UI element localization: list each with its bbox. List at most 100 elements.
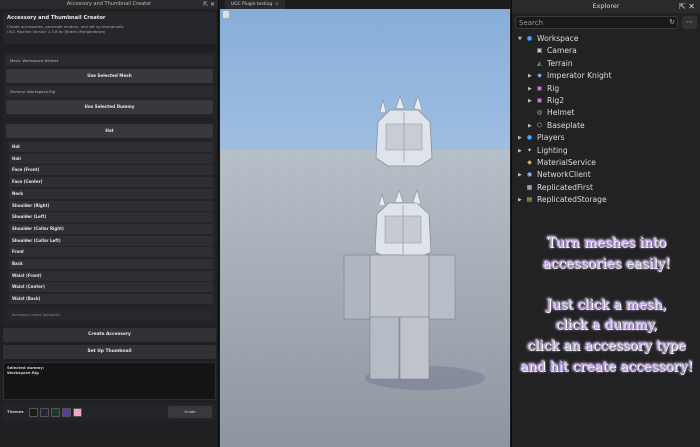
- close-icon[interactable]: ✕: [688, 2, 695, 11]
- scene: [220, 0, 510, 447]
- history-icon[interactable]: ↻: [667, 17, 677, 28]
- promo-text-line: click an accessory type: [527, 338, 686, 354]
- tree-item-networkclient[interactable]: ▶ ◉ NetworkClient: [518, 169, 591, 181]
- tree-item-replicatedstorage[interactable]: ▶ ▤ ReplicatedStorage: [518, 194, 607, 206]
- more-options-icon[interactable]: ⋯: [682, 16, 697, 29]
- tree-item-camera[interactable]: ▣ Camera: [528, 45, 577, 57]
- tree-item-rig[interactable]: ▶ ◼ Rig: [528, 83, 559, 95]
- expand-arrow-icon[interactable]: ▼: [518, 33, 525, 45]
- document-icon[interactable]: [223, 11, 229, 18]
- tree-item-lighting[interactable]: ▶ ✦ Lighting: [518, 145, 568, 157]
- accessory-type-item[interactable]: Hat: [9, 142, 213, 152]
- players-icon: ●: [526, 134, 533, 142]
- tree-item-players[interactable]: ▶ ● Players: [518, 132, 565, 144]
- tree-item-label: MaterialService: [537, 158, 596, 167]
- accessory-type-item[interactable]: Face (Center): [9, 177, 213, 188]
- camera-icon: ▣: [536, 47, 543, 55]
- theme-swatch[interactable]: [62, 408, 71, 417]
- themes-label: Themes: [7, 409, 24, 414]
- popout-icon[interactable]: ⇱: [203, 1, 208, 8]
- tree-item-imperator-knight[interactable]: ▶ ◆ Imperator Knight: [528, 70, 612, 82]
- accessory-type-item[interactable]: Back: [9, 259, 213, 269]
- theme-swatch[interactable]: [51, 408, 60, 417]
- part-icon: ⬡: [536, 121, 543, 129]
- accessory-type-item[interactable]: Neck: [9, 188, 213, 199]
- expand-arrow-icon[interactable]: ▶: [528, 120, 535, 132]
- status-value: Workspace.Rig: [7, 369, 39, 375]
- plugin-panel: Accessory and Thumbnail Creator ⇱ ✕ Acce…: [0, 0, 219, 447]
- promo-text-line: Just click a mesh,: [546, 296, 667, 313]
- dummy-field: Dummy: Workspace.Rig: [6, 86, 213, 97]
- tree-item-workspace[interactable]: ▼ ● Workspace: [518, 33, 579, 45]
- model-icon: ◆: [537, 72, 542, 80]
- expand-arrow-icon[interactable]: ▶: [518, 169, 525, 181]
- tree-item-terrain[interactable]: ◭ Terrain: [528, 58, 573, 70]
- tree-item-label: Lighting: [537, 145, 568, 155]
- accessory-type-item[interactable]: Shoulder (Left): [9, 212, 213, 223]
- accessory-type-section: Hat Hat Hair Face (Front) Face (Center) Neck…: [3, 121, 216, 325]
- accessory-type-item[interactable]: Shoulder (Collar Right): [9, 223, 213, 234]
- search-input[interactable]: Search: [515, 16, 678, 29]
- close-icon[interactable]: ✕: [210, 1, 215, 8]
- promo-text-line: and hit create accessory!: [520, 358, 693, 375]
- expand-arrow-icon[interactable]: ▶: [518, 132, 525, 144]
- accessory-type-item[interactable]: Waist (Back): [9, 294, 213, 305]
- plugin-window-title: Accessory and Thumbnail Creator: [66, 1, 152, 7]
- use-selected-mesh-button[interactable]: Use Selected Mesh: [6, 69, 213, 83]
- viewport-tabbar: UGC Plugin testing ×: [220, 0, 510, 9]
- plugin-header: Accessory and Thumbnail Creator Create a…: [3, 12, 216, 44]
- accessory-type-item[interactable]: Hair: [9, 153, 213, 164]
- tree-item-baseplate[interactable]: ▶ ⬡ Baseplate: [528, 120, 585, 132]
- tree-item-label: Camera: [547, 46, 577, 56]
- expand-arrow-icon[interactable]: ▶: [528, 95, 535, 107]
- material-icon: ◆: [527, 159, 532, 166]
- tree-item-materialservice[interactable]: ◆ MaterialService: [518, 157, 596, 169]
- explorer-title: Explorer: [592, 2, 620, 10]
- accessory-type-item[interactable]: Shoulder (Collar Left): [9, 235, 213, 246]
- tab-ugc-plugin-testing[interactable]: UGC Plugin testing ×: [225, 0, 285, 9]
- accessory-type-item[interactable]: Shoulder (Right): [9, 200, 213, 211]
- use-selected-dummy-button[interactable]: Use Selected Dummy: [6, 100, 213, 114]
- tree-item-label: NetworkClient: [537, 170, 591, 180]
- rig-icon: ◼: [537, 84, 542, 92]
- plugin-version: UGC Pipeline Version 1.3.8 by @devt (Mor…: [7, 29, 106, 34]
- theme-swatch[interactable]: [29, 408, 38, 417]
- status-box: Selected dummy: Workspace.Rig: [3, 362, 216, 400]
- create-accessory-button[interactable]: Create Accessory: [3, 328, 216, 342]
- set-up-thumbnail-button[interactable]: Set Up Thumbnail: [3, 345, 216, 359]
- tree-item-label: ReplicatedFirst: [537, 182, 593, 192]
- theme-swatch[interactable]: [40, 408, 49, 417]
- mesh-field: Mesh: Workspace.Helmet: [6, 55, 213, 66]
- theme-swatch[interactable]: [73, 408, 82, 417]
- accessory-type-item[interactable]: Face (Front): [9, 165, 213, 176]
- accessory-name-input[interactable]: Accessory name (optional): [9, 310, 213, 320]
- replicated-storage-icon: ▤: [526, 196, 533, 204]
- accessory-type-item[interactable]: Waist (Front): [9, 270, 213, 281]
- expand-arrow-icon[interactable]: ▶: [518, 194, 525, 206]
- tab-label: UGC Plugin testing: [231, 2, 273, 7]
- selection-section: Mesh: Workspace.Helmet Use Selected Mesh…: [3, 52, 216, 118]
- tree-item-helmet[interactable]: ◎ Helmet: [528, 107, 575, 119]
- explorer-window-controls[interactable]: ⇱ ✕: [679, 0, 695, 13]
- tree-item-label: Workspace: [537, 34, 579, 43]
- accessory-type-item[interactable]: Front: [9, 247, 213, 258]
- window-controls[interactable]: ⇱ ✕: [203, 0, 215, 9]
- lighting-icon: ✦: [526, 146, 533, 154]
- plugin-titlebar: Accessory and Thumbnail Creator ⇱ ✕: [0, 0, 218, 9]
- expand-arrow-icon[interactable]: ▶: [518, 145, 525, 157]
- promo-text-line: click a dummy,: [555, 317, 658, 334]
- tree-item-replicatedfirst[interactable]: ▦ ReplicatedFirst: [518, 182, 593, 194]
- expand-arrow-icon[interactable]: ▶: [528, 83, 535, 95]
- selected-type-button[interactable]: Hat: [6, 124, 213, 138]
- tree-item-label: Rig: [547, 83, 560, 93]
- guide-button[interactable]: Guide: [168, 406, 212, 418]
- expand-arrow-icon[interactable]: ▶: [528, 70, 535, 82]
- 3d-viewport[interactable]: UGC Plugin testing ×: [220, 0, 510, 447]
- replicated-first-icon: ▦: [526, 183, 533, 191]
- popout-icon[interactable]: ⇱: [679, 2, 686, 11]
- accessory-type-item[interactable]: Waist (Center): [9, 282, 213, 293]
- network-icon: ◉: [526, 171, 533, 179]
- tab-close-icon[interactable]: ×: [275, 2, 279, 7]
- tree-item-rig2[interactable]: ▶ ◼ Rig2: [528, 95, 564, 107]
- themes-row: Themes Guide: [3, 403, 216, 421]
